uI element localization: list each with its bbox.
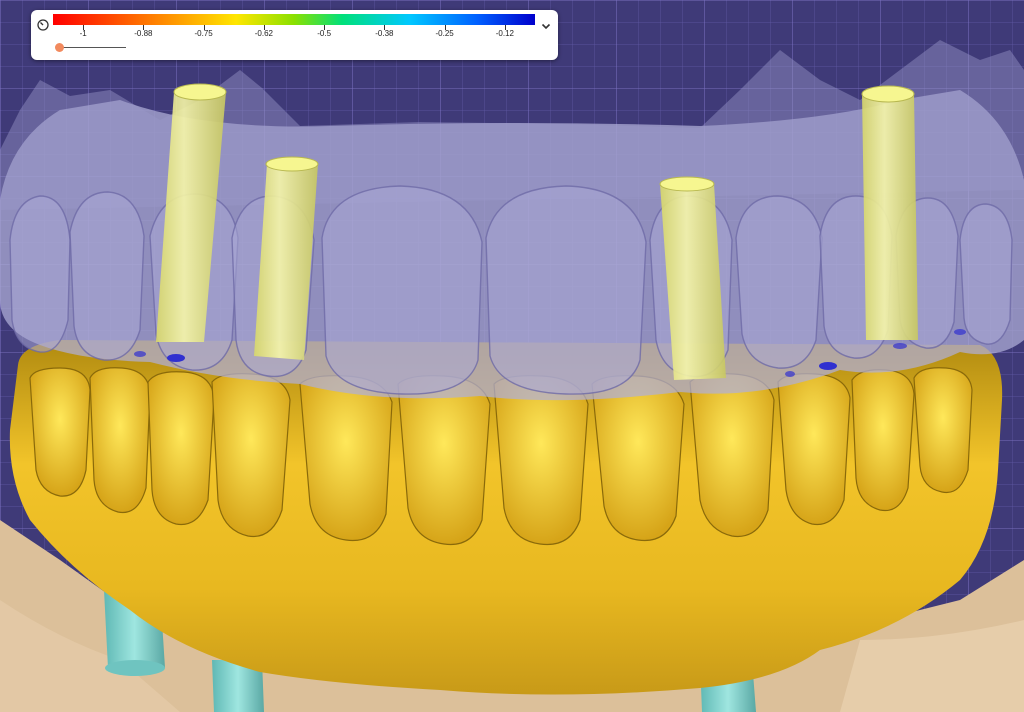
deviation-color-legend: -1 -0.88 -0.75 -0.62 -0.5 -0.38 -0.25 -0.12 bbox=[31, 10, 558, 60]
dental-scene bbox=[0, 0, 1024, 712]
scale-tick-label: -0.25 bbox=[435, 29, 454, 38]
scale-tick-label: -0.38 bbox=[375, 29, 394, 38]
scale-tick-label: -1 bbox=[79, 29, 87, 38]
tick-row bbox=[53, 25, 535, 31]
scale-tick-label: -0.12 bbox=[495, 29, 514, 38]
chevron-down-icon[interactable] bbox=[539, 19, 553, 33]
scale-tick-label: -0.62 bbox=[254, 29, 273, 38]
opacity-slider-thumb[interactable] bbox=[55, 43, 64, 52]
gauge-icon[interactable] bbox=[37, 18, 49, 31]
scale-tick-label: -0.75 bbox=[194, 29, 213, 38]
color-scale-bar bbox=[53, 14, 535, 25]
scale-tick-label: -0.88 bbox=[134, 29, 153, 38]
scale-tick-label: -0.5 bbox=[317, 29, 332, 38]
3d-viewport[interactable] bbox=[0, 0, 1024, 712]
opacity-slider-track[interactable] bbox=[59, 47, 126, 48]
